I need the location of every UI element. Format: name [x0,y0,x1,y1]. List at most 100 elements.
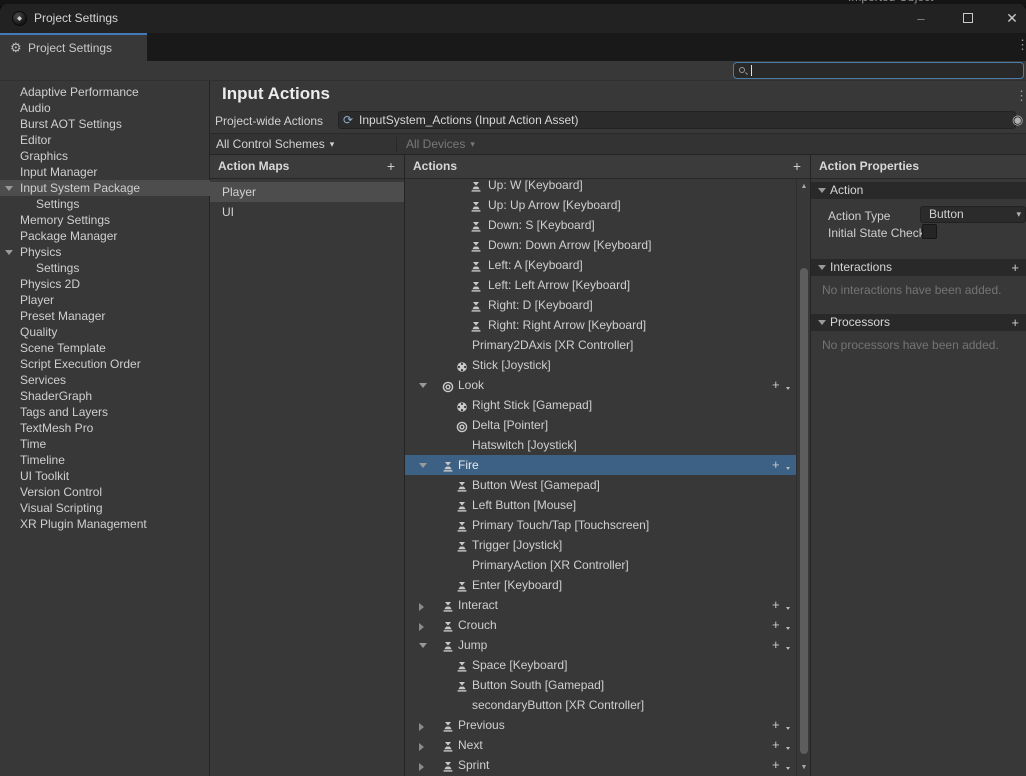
processors-section-header[interactable]: Processors + [811,314,1026,331]
sidebar-item-memory-settings[interactable]: Memory Settings [0,212,210,228]
action-row-previous[interactable]: Previous + [405,715,796,735]
add-binding-button[interactable]: + [772,635,790,655]
foldout-triangle-icon[interactable] [419,623,424,631]
sidebar-item-tags-and-layers[interactable]: Tags and Layers [0,404,210,420]
binding-row-trigger-joystick[interactable]: Trigger [Joystick] [405,535,796,555]
action-row-fire[interactable]: Fire + [405,455,796,475]
sidebar-item-textmesh-pro[interactable]: TextMesh Pro [0,420,210,436]
binding-row-button-west-gamepad[interactable]: Button West [Gamepad] [405,475,796,495]
binding-row-right-stick-gamepad[interactable]: Right Stick [Gamepad] [405,395,796,415]
binding-row-down-down-arrow-keyboard[interactable]: Down: Down Arrow [Keyboard] [405,235,796,255]
maximize-button[interactable] [953,4,983,33]
add-binding-button[interactable]: + [772,615,790,635]
binding-row-enter-keyboard[interactable]: Enter [Keyboard] [405,575,796,595]
binding-row-primaryaction-xr-controller[interactable]: PrimaryAction [XR Controller] [405,555,796,575]
tab-menu-kebab-icon[interactable]: ⋮ [1016,37,1026,53]
foldout-triangle-icon[interactable] [419,743,424,751]
add-action-map-button[interactable]: + [387,155,395,178]
add-binding-button[interactable]: + [772,375,790,395]
sidebar-item-package-manager[interactable]: Package Manager [0,228,210,244]
binding-row-secondarybutton-xr-controller[interactable]: secondaryButton [XR Controller] [405,695,796,715]
sidebar-item-ui-toolkit[interactable]: UI Toolkit [0,468,210,484]
interactions-section-header[interactable]: Interactions + [811,259,1026,276]
foldout-triangle-icon[interactable] [818,265,826,270]
action-row-sprint[interactable]: Sprint + [405,755,796,775]
control-schemes-dropdown[interactable]: All Control Schemes ▾ [216,134,334,154]
binding-row-left-a-keyboard[interactable]: Left: A [Keyboard] [405,255,796,275]
sidebar-item-quality[interactable]: Quality [0,324,210,340]
minimize-button[interactable]: – [906,4,936,33]
object-picker-icon[interactable]: ◉ [1012,112,1023,128]
search-input[interactable] [756,63,1016,78]
sidebar-item-scene-template[interactable]: Scene Template [0,340,210,356]
foldout-triangle-icon[interactable] [5,186,13,191]
add-processor-button[interactable]: + [1011,314,1019,331]
sidebar-item-physics[interactable]: Physics [0,244,210,260]
sidebar-item-preset-manager[interactable]: Preset Manager [0,308,210,324]
sidebar-item-timeline[interactable]: Timeline [0,452,210,468]
binding-row-down-s-keyboard[interactable]: Down: S [Keyboard] [405,215,796,235]
search-field[interactable] [733,62,1024,79]
action-row-jump[interactable]: Jump + [405,635,796,655]
foldout-triangle-icon[interactable] [818,320,826,325]
foldout-triangle-icon[interactable] [419,603,424,611]
foldout-triangle-icon[interactable] [419,763,424,771]
sidebar-item-services[interactable]: Services [0,372,210,388]
sidebar-item-input-system-package[interactable]: Input System Package [0,180,210,196]
scrollbar-thumb[interactable] [800,268,808,754]
add-binding-button[interactable]: + [772,735,790,755]
sidebar-item-audio[interactable]: Audio [0,100,210,116]
sidebar-item-shadergraph[interactable]: ShaderGraph [0,388,210,404]
input-actions-kebab-icon[interactable]: ⋮ [1015,88,1026,104]
foldout-triangle-icon[interactable] [818,188,826,193]
action-row-next[interactable]: Next + [405,735,796,755]
binding-row-right-d-keyboard[interactable]: Right: D [Keyboard] [405,295,796,315]
foldout-triangle-icon[interactable] [5,250,13,255]
action-type-dropdown[interactable]: Button ▾ [920,206,1026,223]
add-interaction-button[interactable]: + [1011,259,1019,276]
foldout-triangle-icon[interactable] [419,383,427,388]
devices-dropdown[interactable]: All Devices ▾ [406,134,475,154]
sidebar-item-physics-2d[interactable]: Physics 2D [0,276,210,292]
foldout-triangle-icon[interactable] [419,723,424,731]
add-binding-button[interactable]: + [772,595,790,615]
action-row-look[interactable]: Look + [405,375,796,395]
close-button[interactable]: ✕ [998,4,1026,33]
sidebar-item-time[interactable]: Time [0,436,210,452]
sidebar-item-adaptive-performance[interactable]: Adaptive Performance [0,84,210,100]
foldout-triangle-icon[interactable] [419,643,427,648]
sidebar-item-burst-aot-settings[interactable]: Burst AOT Settings [0,116,210,132]
sidebar-item-input-manager[interactable]: Input Manager [0,164,210,180]
scroll-down-arrow[interactable]: ▼ [797,764,811,771]
add-binding-button[interactable]: + [772,755,790,775]
action-map-player[interactable]: Player [210,182,404,202]
sidebar-item-editor[interactable]: Editor [0,132,210,148]
action-section-header[interactable]: Action [811,182,1026,199]
binding-row-right-right-arrow-keyboard[interactable]: Right: Right Arrow [Keyboard] [405,315,796,335]
binding-row-up-up-arrow-keyboard[interactable]: Up: Up Arrow [Keyboard] [405,195,796,215]
binding-row-delta-pointer[interactable]: Delta [Pointer] [405,415,796,435]
binding-row-space-keyboard[interactable]: Space [Keyboard] [405,655,796,675]
sidebar-item-settings[interactable]: Settings [0,260,210,276]
window-titlebar[interactable]: Project Settings – ✕ [0,4,1026,33]
sidebar-item-visual-scripting[interactable]: Visual Scripting [0,500,210,516]
add-binding-button[interactable]: + [772,455,790,475]
sidebar-item-graphics[interactable]: Graphics [0,148,210,164]
scroll-up-arrow[interactable]: ▲ [797,183,811,190]
sidebar-item-settings[interactable]: Settings [0,196,210,212]
add-action-button[interactable]: + [793,155,801,178]
sidebar-item-script-execution-order[interactable]: Script Execution Order [0,356,210,372]
binding-row-left-button-mouse[interactable]: Left Button [Mouse] [405,495,796,515]
binding-row-left-left-arrow-keyboard[interactable]: Left: Left Arrow [Keyboard] [405,275,796,295]
sidebar-item-version-control[interactable]: Version Control [0,484,210,500]
input-action-asset-field[interactable]: ⟳ InputSystem_Actions (Input Action Asse… [338,111,1016,129]
sidebar-item-xr-plugin-management[interactable]: XR Plugin Management [0,516,210,532]
binding-row-primary-touch-tap-touchscreen[interactable]: Primary Touch/Tap [Touchscreen] [405,515,796,535]
sidebar-item-player[interactable]: Player [0,292,210,308]
action-row-crouch[interactable]: Crouch + [405,615,796,635]
action-map-ui[interactable]: UI [210,202,404,222]
binding-row-hatswitch-joystick[interactable]: Hatswitch [Joystick] [405,435,796,455]
add-binding-button[interactable]: + [772,715,790,735]
action-row-interact[interactable]: Interact + [405,595,796,615]
binding-row-up-w-keyboard[interactable]: Up: W [Keyboard] [405,179,796,195]
